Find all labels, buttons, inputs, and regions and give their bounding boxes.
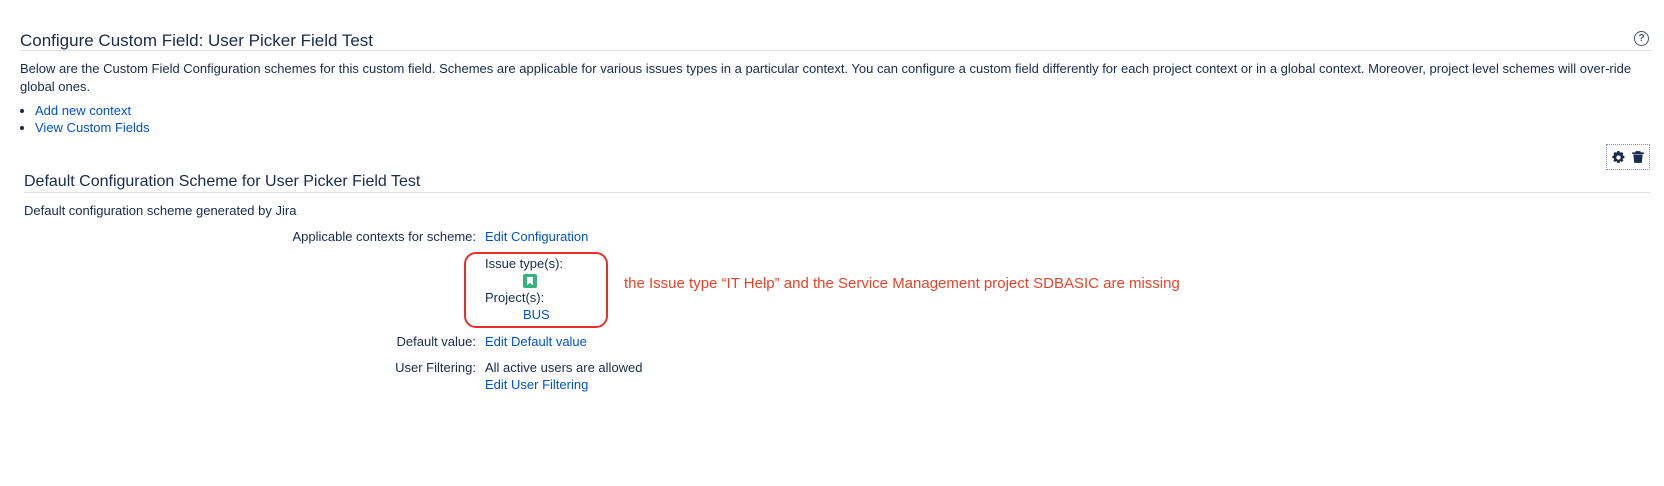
page-title: Configure Custom Field: User Picker Fiel… [20, 31, 374, 50]
scheme-header: Default Configuration Scheme for User Pi… [24, 172, 1650, 193]
annotation-note: the Issue type “IT Help” and the Service… [624, 275, 1180, 292]
question-circle-icon[interactable]: ? [1634, 31, 1649, 46]
scheme-description: Default configuration scheme generated b… [24, 203, 297, 218]
page-root: { "page": { "title": "Configure Custom F… [0, 0, 1664, 486]
edit-user-filtering-link[interactable]: Edit User Filtering [485, 377, 588, 392]
scheme-operations [1606, 144, 1650, 170]
list-item: Add new context [35, 102, 150, 119]
configuration-scheme: Default Configuration Scheme for User Pi… [24, 172, 1650, 392]
edit-default-value-link[interactable]: Edit Default value [485, 334, 587, 349]
view-custom-fields-link[interactable]: View Custom Fields [35, 120, 150, 135]
action-links: Add new context View Custom Fields [20, 102, 150, 136]
user-filtering-value: All active users are allowed [485, 360, 643, 375]
page-description: Below are the Custom Field Configuration… [20, 61, 1632, 94]
page-header: Configure Custom Field: User Picker Fiel… [20, 28, 1652, 51]
default-value-label: Default value: [396, 334, 477, 349]
trash-icon[interactable] [1630, 149, 1646, 165]
contexts-label: Applicable contexts for scheme: [292, 229, 476, 244]
list-item: View Custom Fields [35, 119, 150, 136]
scheme-title: Default Configuration Scheme for User Pi… [24, 173, 421, 190]
edit-configuration-link[interactable]: Edit Configuration [485, 229, 588, 244]
annotation-highlight-box [464, 252, 608, 328]
gear-icon[interactable] [1610, 149, 1626, 165]
add-new-context-link[interactable]: Add new context [35, 103, 131, 118]
user-filtering-label: User Filtering: [395, 360, 476, 375]
